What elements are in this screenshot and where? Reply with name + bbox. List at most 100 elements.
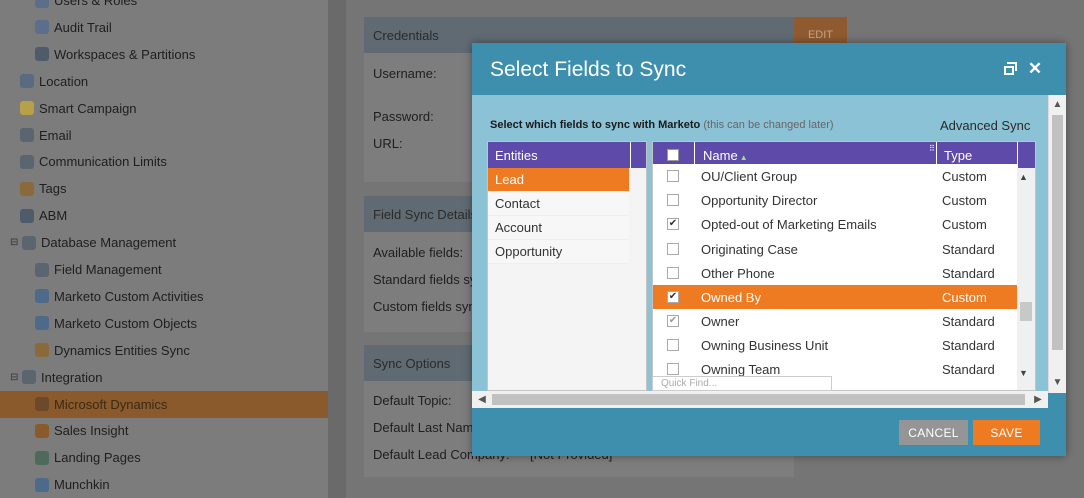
dialog-titlebar[interactable]: Select Fields to Sync ✕ [472,43,1066,95]
sidebar-item-label: Communication Limits [39,154,167,170]
scroll-thumb[interactable] [492,394,1025,405]
scroll-down-icon[interactable]: ▼ [1019,368,1028,378]
sidebar-splitter[interactable] [328,0,346,498]
sidebar-item-users-roles[interactable]: Users & Roles [0,0,328,14]
field-checkbox[interactable]: ✔ [667,315,679,327]
field-type: Custom [942,169,987,184]
dialog-footer: CANCEL SAVE [472,408,1066,456]
advanced-sync-link[interactable]: Advanced Sync [940,118,1030,133]
globe-icon [35,47,49,62]
landing-pages-icon [35,450,49,465]
scroll-left-icon[interactable]: ◀ [474,391,490,408]
sidebar-item-label: Audit Trail [54,19,112,35]
scroll-thumb[interactable] [1020,302,1032,321]
sidebar-item-munchkin[interactable]: Munchkin [0,471,328,498]
field-row[interactable]: Opportunity Director Custom [653,188,1017,212]
custom-fields-label: Custom fields sync [373,299,483,314]
sidebar-item-database-management[interactable]: ⊟ Database Management [0,229,328,256]
sidebar-item-sales-insight[interactable]: Sales Insight [0,417,328,444]
field-name: Opportunity Director [701,193,818,208]
field-row[interactable]: ✔ Opted-out of Marketing Emails Custom [653,212,1017,236]
field-type: Custom [942,193,987,208]
name-column-label: Name [703,148,738,163]
dialog-title: Select Fields to Sync [490,58,687,81]
field-checkbox[interactable] [667,170,679,182]
sidebar-item-label: Location [39,73,89,89]
sidebar-item-microsoft-dynamics[interactable]: Microsoft Dynamics [0,390,328,418]
scroll-down-icon[interactable]: ▼ [1049,375,1066,391]
field-checkbox[interactable] [667,363,679,375]
sidebar-item-landing-pages[interactable]: Landing Pages [0,444,328,471]
entities-scroll-divider [646,168,647,391]
save-button[interactable]: SAVE [973,420,1040,445]
field-checkbox[interactable] [667,243,679,255]
column-divider [630,142,631,168]
type-column-header[interactable]: Type [944,148,972,163]
field-checkbox[interactable] [667,194,679,206]
sidebar-item-communication-limits[interactable]: Communication Limits [0,148,328,175]
dialog-horizontal-scrollbar[interactable]: ◀ ▶ [472,391,1048,408]
sidebar-item-workspaces-partitions[interactable]: Workspaces & Partitions [0,41,328,68]
entities-header: Entities [488,142,646,168]
field-row[interactable]: Originating Case Standard [653,237,1017,261]
email-icon [20,128,34,142]
sidebar-item-marketo-custom-activities[interactable]: Marketo Custom Activities [0,283,328,310]
sidebar-item-smart-campaign[interactable]: Smart Campaign [0,95,328,122]
scroll-up-icon[interactable]: ▲ [1019,172,1028,182]
sidebar-item-label: Microsoft Dynamics [54,396,168,412]
field-name: Opted-out of Marketing Emails [701,217,877,232]
sidebar-item-abm[interactable]: ABM [0,202,328,229]
select-all-checkbox[interactable] [667,149,679,161]
field-row[interactable]: Owning Business Unit Standard [653,333,1017,357]
sidebar-item-email[interactable]: Email [0,122,328,149]
sidebar-item-label: Marketo Custom Objects [54,315,198,331]
field-row[interactable]: ✔ Owner Standard [653,309,1017,333]
collapse-icon[interactable]: ⊟ [10,372,20,383]
sync-icon [35,343,49,358]
entity-item-contact[interactable]: Contact [488,192,629,216]
fields-scrollbar[interactable]: ▲ ▼ [1017,168,1035,390]
database-icon [22,235,36,250]
scroll-right-icon[interactable]: ▶ [1030,391,1046,408]
cancel-button[interactable]: CANCEL [899,420,968,445]
sidebar-item-dynamics-entities-sync[interactable]: Dynamics Entities Sync [0,337,328,364]
close-icon[interactable]: ✕ [1027,60,1043,77]
field-checkbox[interactable] [667,339,679,351]
entities-header-label: Entities [495,147,538,163]
collapse-icon[interactable]: ⊟ [10,237,20,248]
sidebar-item-marketo-custom-objects[interactable]: Marketo Custom Objects [0,310,328,337]
custom-activities-icon [35,289,49,304]
users-icon [35,0,49,8]
sidebar-item-field-management[interactable]: Field Management [0,256,328,283]
field-row[interactable]: Other Phone Standard [653,261,1017,285]
sales-insight-icon [35,423,49,438]
field-row[interactable]: ✔ Owned By Custom [653,285,1017,309]
tag-icon [20,181,34,196]
field-name: OU/Client Group [701,169,798,184]
quick-find-input[interactable]: Quick Find... [652,376,832,391]
restore-icon[interactable] [1003,61,1019,77]
dialog-vertical-scrollbar[interactable]: ▲ ▼ [1048,95,1066,393]
sidebar-item-label: Dynamics Entities Sync [54,342,190,358]
field-type: Custom [942,290,987,305]
column-menu-icon[interactable]: ⠿ [929,144,935,153]
sidebar-item-location[interactable]: Location [0,68,328,95]
field-checkbox[interactable]: ✔ [667,291,679,303]
field-row[interactable]: OU/Client Group Custom [653,164,1017,188]
entity-item-account[interactable]: Account [488,216,629,240]
name-column-header[interactable]: Name ▲ [703,148,748,163]
field-name: Originating Case [701,242,798,257]
default-last-name-label: Default Last Name: [373,420,485,435]
field-checkbox[interactable]: ✔ [667,218,679,230]
scroll-up-icon[interactable]: ▲ [1049,97,1066,113]
sidebar-item-integration[interactable]: ⊟ Integration [0,364,328,391]
entity-item-opportunity[interactable]: Opportunity [488,240,629,264]
field-checkbox[interactable] [667,267,679,279]
entity-item-lead[interactable]: Lead [488,168,629,192]
sidebar-item-tags[interactable]: Tags [0,175,328,202]
password-label: Password: [373,109,434,124]
scroll-thumb[interactable] [1052,115,1063,350]
select-fields-dialog: Select Fields to Sync ✕ Select which fie… [472,43,1066,456]
field-type: Standard [942,266,995,281]
sidebar-item-audit-trail[interactable]: Audit Trail [0,14,328,41]
